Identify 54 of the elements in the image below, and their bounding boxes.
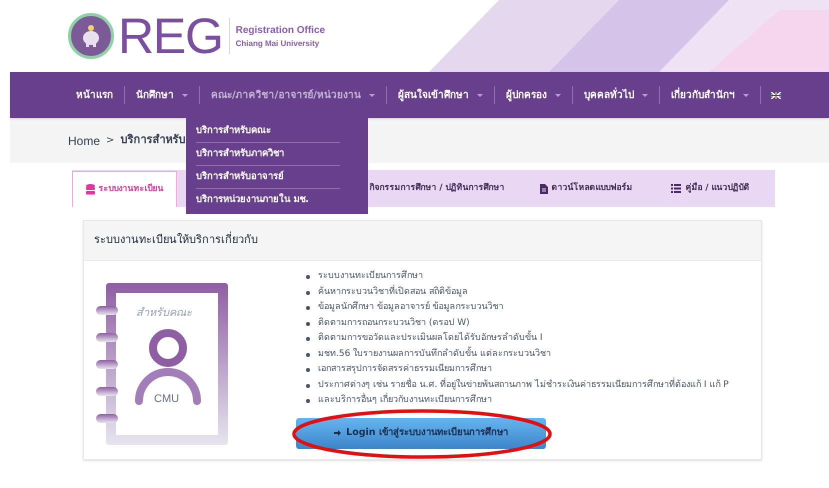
nav-item[interactable]: คณะ/ภาควิชา/อาจารย์/หน่วยงาน: [200, 88, 386, 102]
bullet-icon: [306, 337, 310, 341]
login-button[interactable]: Login เข้าสู่ระบบงานทะเบียนการศึกษา: [296, 418, 546, 448]
menu-item[interactable]: บริการสำหรับคณะ: [196, 120, 340, 143]
university-seal-icon: [68, 13, 114, 59]
nav-item[interactable]: นักศึกษา: [125, 88, 199, 102]
bullet-icon: [306, 290, 310, 294]
menu-item[interactable]: บริการหน่วยงานภายใน มช.: [196, 189, 358, 212]
bullet-icon: [306, 399, 310, 403]
list-item-text: ระบบงานทะเบียนการศึกษา: [318, 270, 423, 283]
bullet-icon: [306, 352, 310, 356]
card-title: ระบบงานทะเบียนให้บริการเกี่ยวกับ: [94, 232, 258, 248]
list-item-text: และบริการอื่นๆ เกี่ยวกับงานทะเบียนการศึกษา: [318, 393, 492, 408]
breadcrumb-separator: >: [106, 134, 114, 148]
list-item-text: มชท.56 ใบรายงานผลการบันทึกลำดับขั้น แต่ละกระบวนวิชา: [318, 346, 552, 360]
login-icon: [334, 429, 342, 437]
list-item-text: ติดตามการถอนกระบวนวิชา (ดรอป W): [318, 316, 470, 330]
list-icon: [671, 184, 682, 193]
caret-icon: [182, 94, 188, 96]
tab[interactable]: ระบบงานทะเบียน: [72, 171, 178, 207]
list-item-text: ประกาศต่างๆ เช่น รายชื่อ น.ศ. ที่อยู่ในข่ายพ้นสถานภาพ ไม่ชำระเงินค่าธรรมเนียมการศึกษาที่ต้องแก้ I แก้ P: [318, 378, 729, 392]
list-item-text: ค้นหากระบวนวิชาที่เปิดสอน สถิติข้อมูล: [318, 284, 468, 298]
caret-icon: [642, 94, 648, 96]
caret-icon: [476, 94, 483, 96]
breadcrumb-text: บริการสำหรับ: [120, 132, 186, 148]
bullet-icon: [306, 306, 310, 310]
bullet-icon: [306, 368, 310, 372]
tab[interactable]: คู่มือ / แนวปฏิบัติ: [646, 170, 775, 207]
caret-icon: [554, 94, 561, 96]
menu-item[interactable]: บริการสำหรับภาควิชา: [196, 143, 340, 166]
illustration-label: CMU: [154, 392, 180, 407]
caret-icon: [742, 94, 749, 96]
university-name: Chiang Mai University: [236, 38, 320, 50]
logo-text: REG: [118, 11, 223, 61]
illustration-caption: สำหรับคณะ: [136, 305, 192, 321]
list-item-text: เอกสารสรุปการจัดสรรค่าธรรมเนียมการศึกษา: [318, 362, 492, 376]
nav-item[interactable]: ผู้สนใจเข้าศึกษา: [386, 88, 494, 102]
list-item-text: ข้อมูลนักศึกษา ข้อมูลอาจารย์ ข้อมูลกระบวนวิชา: [318, 300, 504, 314]
tab[interactable]: กิจกรรมการศึกษา / ปฏิทินการศึกษา: [369, 170, 518, 207]
office-title: Registration Office: [236, 24, 326, 38]
tab[interactable]: ดาวน์โหลดแบบฟอร์ม: [526, 170, 646, 207]
nav-item[interactable]: หน้าแรก: [65, 88, 124, 102]
bullet-icon: [306, 384, 310, 388]
nav-item[interactable]: ผู้ปกครอง: [494, 88, 572, 102]
bullet-icon: [306, 322, 310, 326]
nav-item[interactable]: เกี่ยวกับสำนักฯ: [660, 88, 760, 102]
menu-item[interactable]: บริการสำหรับอาจารย์: [196, 166, 340, 189]
list-item-text: ติดตามการขอวัดและประเมินผลโดยได้รับอักษรลำดับขั้น I: [318, 331, 543, 346]
bullet-icon: [306, 275, 310, 279]
file-icon: [540, 184, 548, 194]
database-icon: [86, 184, 95, 195]
home-link[interactable]: Home: [68, 132, 100, 150]
caret-icon: [368, 94, 375, 96]
nav-item[interactable]: บุคคลทั่วไป: [572, 88, 659, 102]
